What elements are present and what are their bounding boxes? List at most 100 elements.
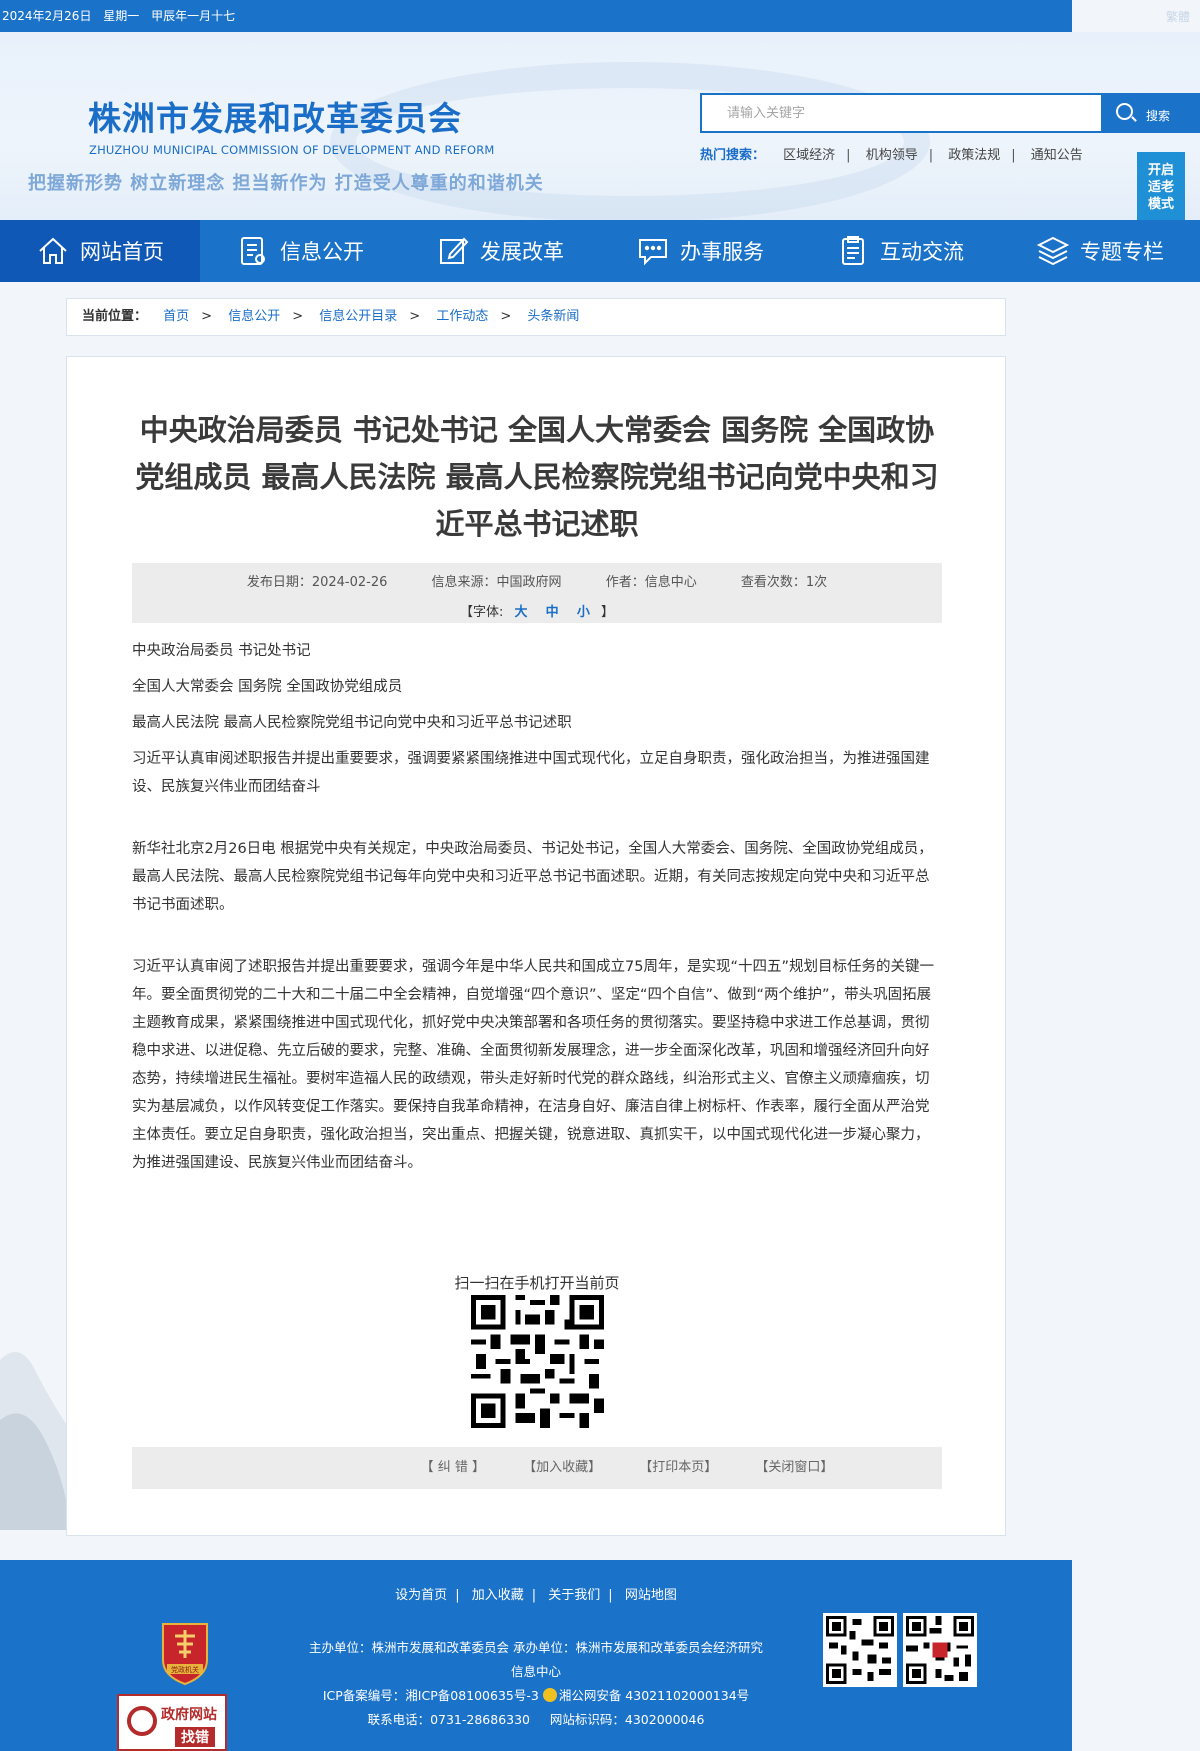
elder-mode-label: 开启 <box>1147 163 1174 178</box>
main-nav: 网站首页 信息公开 发展改革 办事服务 互动交流 专题专栏 <box>0 220 1200 282</box>
publish-date: 发布日期：2024-02-26 <box>246 575 388 590</box>
font-medium-button[interactable]: 中 <box>546 605 559 620</box>
nav-item-info[interactable]: 信息公开 <box>200 220 400 282</box>
hot-search-item[interactable]: 政策法规 <box>948 148 1000 163</box>
nav-label: 互动交流 <box>880 240 964 264</box>
date-text: 2024年2月26日 <box>2 9 92 23</box>
print-button[interactable]: 【打印本页】 <box>639 1460 717 1475</box>
error-report-title: 政府网站 <box>161 1707 217 1723</box>
site-footer: 设为首页 | 加入收藏 | 关于我们 | 网站地图 党政机关 政府网站 找错 主办单位… <box>0 1560 1072 1751</box>
article-paragraph: 习近平认真审阅述职报告并提出重要要求，强调要紧紧围绕推进中国式现代化，立足自身职… <box>132 751 930 795</box>
search-input[interactable] <box>702 95 1100 131</box>
mobile-qr-code <box>903 1613 977 1687</box>
breadcrumb-link[interactable]: 首页 <box>163 309 189 324</box>
chat-icon <box>639 239 667 266</box>
nav-item-service[interactable]: 办事服务 <box>600 220 800 282</box>
police-record[interactable]: 湘公网安备 43021102000134号 <box>559 1688 749 1703</box>
elder-mode-label: 模式 <box>1147 197 1174 212</box>
divider: | <box>531 1588 537 1603</box>
icp-record[interactable]: ICP备案编号：湘ICP备08100635号-3 <box>323 1688 539 1703</box>
footer-link[interactable]: 网站地图 <box>625 1588 677 1603</box>
weekday-text: 星期一 <box>103 9 140 23</box>
search-button[interactable]: 搜索 <box>1102 93 1200 133</box>
search-icon <box>1116 103 1133 120</box>
site-title-english: ZHUZHOU MUNICIPAL COMMISSION OF DEVELOPM… <box>89 143 495 157</box>
footer-links: 设为首页 | 加入收藏 | 关于我们 | 网站地图 <box>0 1584 1072 1603</box>
divider: | <box>455 1588 460 1603</box>
article-paragraph: 新华社北京2月26日电 根据党中央有关规定，中央政治局委员、书记处书记，全国人大… <box>132 841 933 913</box>
search-box <box>700 93 1103 133</box>
elder-mode-label: 适老 <box>1147 180 1174 195</box>
party-government-badge[interactable]: 党政机关 <box>157 1620 213 1686</box>
article-container: 中央政治局委员 书记处书记 全国人大常委会 国务院 全国政协党组成员 最高人民法… <box>66 356 1006 1536</box>
hot-search-label: 热门搜索： <box>700 148 766 163</box>
footer-host-info: 主办单位：株洲市发展和改革委员会 承办单位：株洲市发展和改革委员会经济研究信息中… <box>309 1640 763 1679</box>
wechat-qr-code <box>823 1613 897 1687</box>
lunar-date-text: 甲辰年一月十七 <box>151 9 236 23</box>
close-window-button[interactable]: 【关闭窗口】 <box>755 1460 833 1475</box>
font-small-button[interactable]: 小 <box>577 605 590 620</box>
page-qr-code <box>471 1295 604 1428</box>
article-title: 中央政治局委员 书记处书记 全国人大常委会 国务院 全国政协党组成员 最高人民法… <box>135 413 939 541</box>
article-paragraph: 中央政治局委员 书记处书记 <box>132 643 311 659</box>
hot-search: 热门搜索： 区域经济 | 机构领导 | 政策法规 | 通知公告 <box>700 144 1083 163</box>
nav-label: 专题专栏 <box>1080 240 1164 264</box>
nav-item-home[interactable]: 网站首页 <box>0 220 200 282</box>
add-favorite-button[interactable]: 【加入收藏】 <box>523 1460 601 1475</box>
breadcrumb-separator: > <box>292 309 304 324</box>
footer-link[interactable]: 加入收藏 <box>472 1588 524 1603</box>
article-paragraph: 习近平认真审阅了述职报告并提出重要要求，强调今年是中华人民共和国成立75周年，是… <box>132 959 934 1171</box>
nav-item-interact[interactable]: 互动交流 <box>800 220 1000 282</box>
traditional-chinese-link[interactable]: 繁體 <box>1166 8 1190 25</box>
divider: | <box>928 148 934 163</box>
site-code: 网站标识码：4302000046 <box>549 1712 705 1727</box>
breadcrumb-link[interactable]: 信息公开目录 <box>319 309 397 324</box>
hot-search-item[interactable]: 通知公告 <box>1031 148 1083 163</box>
clipboard-icon <box>842 236 864 265</box>
report-error-button[interactable]: 【 纠 错 】 <box>421 1460 485 1475</box>
article-tools: 【 纠 错 】 【加入收藏】 【打印本页】 【关闭窗口】 <box>132 1447 942 1489</box>
info-source: 信息来源：中国政府网 <box>431 575 562 590</box>
author: 作者：信息中心 <box>605 575 697 590</box>
nav-item-special[interactable]: 专题专栏 <box>1000 220 1200 282</box>
breadcrumb-link[interactable]: 信息公开 <box>228 309 280 324</box>
divider: | <box>1011 148 1016 163</box>
site-slogan: 把握新形势 树立新理念 担当新作为 打造受人尊重的和谐机关 <box>28 173 544 194</box>
article-paragraph: 全国人大常委会 国务院 全国政协党组成员 <box>132 679 403 695</box>
footer-link[interactable]: 关于我们 <box>548 1588 600 1603</box>
badge-text: 党政机关 <box>171 1665 199 1674</box>
article-paragraph: 最高人民法院 最高人民检察院党组书记向党中央和习近平总书记述职 <box>132 715 572 731</box>
home-icon <box>39 237 67 264</box>
hot-search-item[interactable]: 机构领导 <box>866 148 918 163</box>
font-large-button[interactable]: 大 <box>515 605 528 620</box>
nav-label: 网站首页 <box>80 240 164 264</box>
site-header: 株洲市发展和改革委员会 ZHUZHOU MUNICIPAL COMMISSION… <box>0 32 1200 220</box>
nav-label: 办事服务 <box>680 240 764 264</box>
hot-search-item[interactable]: 区域经济 <box>783 148 835 163</box>
breadcrumb-separator: > <box>500 309 512 324</box>
nav-item-reform[interactable]: 发展改革 <box>400 220 600 282</box>
edit-icon <box>440 237 469 264</box>
breadcrumb-label: 当前位置： <box>82 309 148 324</box>
font-size-label: 【字体: <box>459 605 504 620</box>
font-size-label-close: 】 <box>600 605 614 620</box>
search-button-label: 搜索 <box>1146 109 1171 123</box>
magnifier-icon <box>127 1706 157 1736</box>
font-size-switch: 【字体: 大 中 小 】 <box>132 601 942 620</box>
top-date-bar: 2024年2月26日 星期一 甲辰年一月十七 <box>0 0 1072 32</box>
header-decoration <box>330 62 930 220</box>
site-title[interactable]: 株洲市发展和改革委员会 <box>88 92 462 140</box>
breadcrumb: 当前位置： 首页 > 信息公开 > 信息公开目录 > 工作动态 > 头条新闻 <box>66 298 1006 336</box>
elder-mode-button[interactable]: 开启 适老 模式 <box>1137 152 1185 220</box>
article-body: 中央政治局委员 书记处书记 全国人大常委会 国务院 全国政协党组成员 最高人民法… <box>132 637 942 1185</box>
gov-site-error-report[interactable]: 政府网站 找错 <box>117 1694 227 1751</box>
breadcrumb-separator: > <box>409 309 421 324</box>
breadcrumb-link[interactable]: 头条新闻 <box>527 309 579 324</box>
article-meta: 发布日期：2024-02-26 信息来源：中国政府网 作者：信息中心 查看次数：… <box>132 563 942 623</box>
breadcrumb-link[interactable]: 工作动态 <box>436 309 488 324</box>
footer-link[interactable]: 设为首页 <box>395 1588 447 1603</box>
contact-phone: 联系电话：0731-28686330 <box>367 1712 531 1727</box>
divider: | <box>846 148 851 163</box>
police-badge-icon <box>542 1688 557 1702</box>
view-count: 查看次数：1次 <box>740 575 828 590</box>
